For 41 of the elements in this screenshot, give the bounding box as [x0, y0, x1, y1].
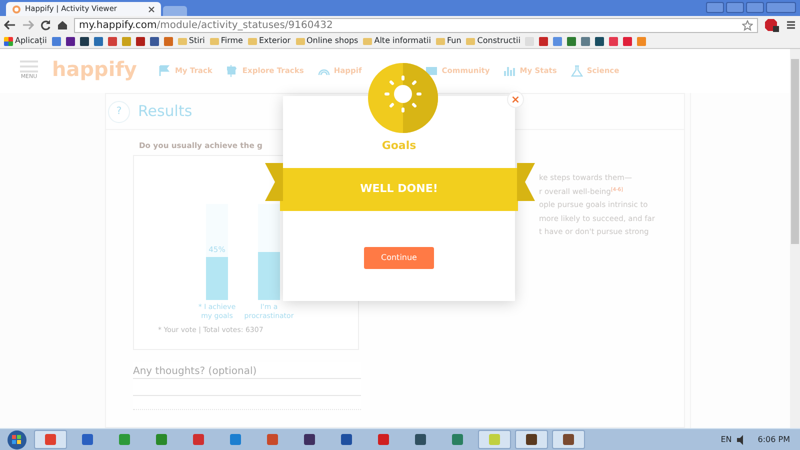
- bookmark-folder[interactable]: Exterior: [248, 35, 290, 47]
- bookmark-icon[interactable]: [136, 36, 145, 46]
- bookmark-folder[interactable]: Stiri: [178, 35, 205, 47]
- apps-bookmark[interactable]: Aplicații: [4, 35, 47, 47]
- taskbar-app[interactable]: [515, 430, 548, 449]
- back-arrow-icon[interactable]: [4, 20, 16, 30]
- address-bar[interactable]: my.happify.com/module/activity_statuses/9160432: [74, 18, 758, 32]
- adblock-icon[interactable]: [764, 18, 780, 32]
- site-favicon: [12, 4, 21, 14]
- url-text: my.happify.com: [79, 18, 157, 32]
- bar-chart-icon: [504, 65, 516, 77]
- bookmark-icon[interactable]: [94, 36, 103, 46]
- close-tab-icon[interactable]: [148, 6, 155, 12]
- bookmark-icon[interactable]: [595, 36, 604, 46]
- bookmark-icon[interactable]: [539, 36, 548, 46]
- language-indicator[interactable]: EN: [720, 434, 732, 446]
- section-title: Results: [138, 101, 192, 122]
- bookmark-icon[interactable]: [150, 36, 159, 46]
- bookmark-icon[interactable]: [80, 36, 89, 46]
- reload-icon[interactable]: [40, 20, 51, 30]
- signpost-icon: [226, 65, 238, 77]
- clock-text[interactable]: 6:06 PM: [758, 434, 790, 446]
- taskbar-app[interactable]: [34, 430, 67, 449]
- scrollbar[interactable]: [790, 49, 800, 428]
- well-done-banner: WELL DONE!: [280, 168, 518, 211]
- star-icon[interactable]: [742, 20, 753, 30]
- bookmark-folder[interactable]: Constructii: [466, 35, 520, 47]
- bookmark-folder[interactable]: Online shops: [296, 35, 358, 47]
- forward-arrow-icon[interactable]: [22, 20, 34, 30]
- home-icon[interactable]: [57, 20, 68, 30]
- flag-icon: [158, 65, 171, 77]
- taskbar-app[interactable]: [552, 430, 585, 449]
- bookmark-icon[interactable]: [567, 36, 576, 46]
- bookmark-folder[interactable]: Fun: [436, 35, 462, 47]
- menu-icon[interactable]: [786, 20, 796, 30]
- url-path-text: /module/activity_statuses/9160432: [156, 18, 333, 32]
- bookmark-folder[interactable]: Alte informatii: [363, 35, 431, 47]
- bookmark-icon[interactable]: [66, 36, 75, 46]
- dialog-title: Goals: [382, 138, 416, 154]
- bookmark-folder[interactable]: Firme: [210, 35, 243, 47]
- flask-icon: [570, 65, 583, 77]
